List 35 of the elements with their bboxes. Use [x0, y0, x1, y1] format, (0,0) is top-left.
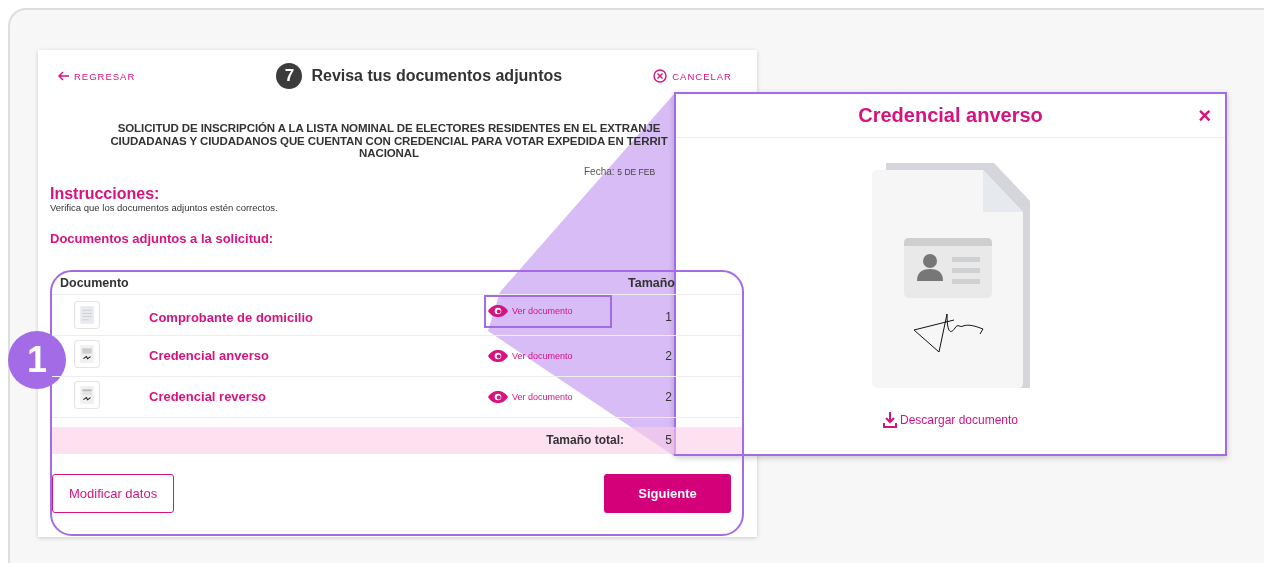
form-title: SOLICITUD DE INSCRIPCIÓN A LA LISTA NOMINAL DE ELECTORES RESIDENTES EN EL EXTRANJE CIUDADANAS Y CIUDADANOS QUE CUENTAN CON CREDENCIAL PARA VOTAR EXPEDIDA EN TERRIT NACIONAL	[109, 122, 669, 160]
back-link[interactable]: REGRESAR	[58, 70, 136, 82]
document-name: Credencial reverso	[149, 389, 268, 404]
back-arrow-icon	[58, 71, 69, 81]
document-name: Comprobante de domicilio	[149, 309, 314, 325]
view-document-link[interactable]: Ver documento	[484, 294, 612, 328]
document-name: Credencial anverso	[149, 348, 270, 363]
view-document-link[interactable]: Ver documento	[484, 339, 612, 372]
document-thumbnail-icon	[74, 301, 100, 329]
step-number: 7	[276, 63, 303, 89]
download-icon	[882, 412, 897, 428]
download-link[interactable]: Descargar documento	[882, 412, 1019, 428]
file-size: 2	[664, 389, 672, 404]
page-title: Revisa tus documentos adjuntos	[311, 67, 563, 85]
date-text: Fecha: 5 DE FEB	[584, 165, 656, 177]
close-button[interactable]: ×	[1198, 105, 1211, 127]
file-size: 2	[664, 348, 672, 363]
eye-icon	[488, 305, 508, 317]
column-header: Documento	[60, 275, 130, 290]
edit-button[interactable]: Modificar datos	[52, 473, 175, 513]
eye-icon	[488, 390, 508, 403]
dialog-title: Credencial anverso	[858, 104, 1043, 127]
total-size-label: Tamaño total:	[545, 433, 625, 447]
document-thumbnail-icon	[74, 380, 100, 409]
cancel-link[interactable]: CANCELAR	[653, 69, 732, 83]
section-heading: Documentos adjuntos a la solicitud:	[50, 230, 275, 246]
instructions-text: Verifica que los documentos adjuntos estén correctos.	[50, 201, 279, 213]
close-circle-icon	[653, 69, 668, 83]
eye-icon	[488, 349, 508, 362]
total-size: 5	[664, 433, 672, 447]
view-document-link[interactable]: Ver documento	[484, 380, 612, 413]
instructions-heading: Instrucciones:	[50, 185, 161, 202]
file-size: 1	[664, 310, 672, 324]
next-button[interactable]: Siguiente	[604, 473, 731, 513]
document-thumbnail-icon	[74, 339, 100, 368]
